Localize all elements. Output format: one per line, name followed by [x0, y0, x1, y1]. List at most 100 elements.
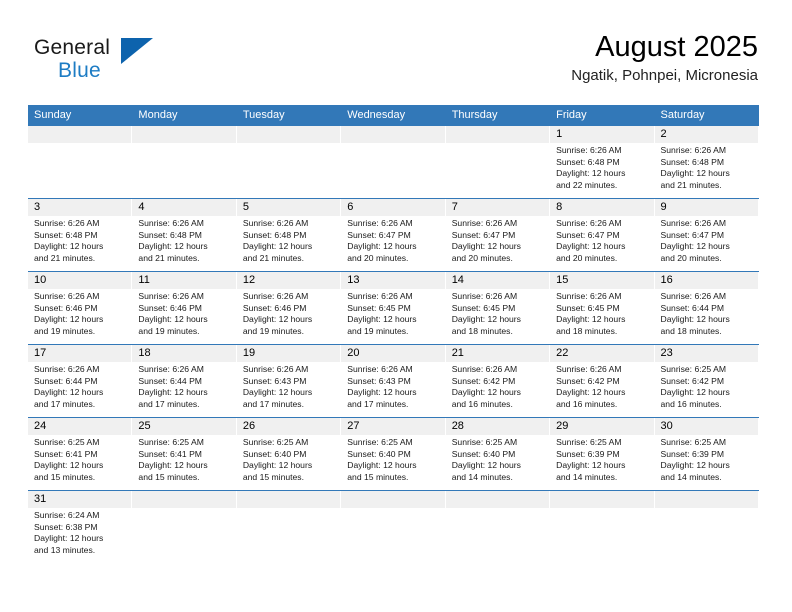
- week-row: 1 Sunrise: 6:26 AM Sunset: 6:48 PM Dayli…: [28, 126, 759, 198]
- day-info: Sunrise: 6:26 AM Sunset: 6:46 PM Dayligh…: [237, 289, 340, 337]
- sunrise-text: Sunrise: 6:24 AM: [34, 510, 100, 520]
- day-cell[interactable]: 14 Sunrise: 6:26 AM Sunset: 6:45 PM Dayl…: [445, 272, 551, 344]
- day-number: 27: [341, 418, 445, 435]
- day-info: Sunrise: 6:26 AM Sunset: 6:47 PM Dayligh…: [446, 216, 549, 264]
- day-info: Sunrise: 6:25 AM Sunset: 6:41 PM Dayligh…: [28, 435, 131, 483]
- day-cell[interactable]: 20 Sunrise: 6:26 AM Sunset: 6:43 PM Dayl…: [341, 345, 446, 417]
- day-cell[interactable]: 7 Sunrise: 6:26 AM Sunset: 6:47 PM Dayli…: [445, 199, 551, 271]
- day-number: [445, 491, 550, 508]
- sunrise-text: Sunrise: 6:26 AM: [451, 364, 518, 374]
- sunrise-text: Sunrise: 6:26 AM: [660, 218, 726, 228]
- day-cell[interactable]: 19 Sunrise: 6:26 AM Sunset: 6:43 PM Dayl…: [236, 345, 342, 417]
- sunset-text: Sunset: 6:40 PM: [451, 448, 516, 459]
- sunrise-text: Sunrise: 6:26 AM: [138, 218, 204, 228]
- sunset-text: Sunset: 6:44 PM: [138, 375, 202, 386]
- daylight-text-line1: Daylight: 12 hours: [660, 241, 730, 252]
- day-cell[interactable]: 13 Sunrise: 6:26 AM Sunset: 6:45 PM Dayl…: [341, 272, 446, 344]
- sunset-text: Sunset: 6:48 PM: [242, 229, 307, 240]
- sunset-text: Sunset: 6:41 PM: [138, 448, 202, 459]
- sunrise-text: Sunrise: 6:25 AM: [138, 437, 204, 447]
- day-cell[interactable]: 18 Sunrise: 6:26 AM Sunset: 6:44 PM Dayl…: [132, 345, 237, 417]
- day-info: Sunrise: 6:25 AM Sunset: 6:39 PM Dayligh…: [550, 435, 653, 483]
- week-row: 24 Sunrise: 6:25 AM Sunset: 6:41 PM Dayl…: [28, 417, 759, 490]
- day-info: Sunrise: 6:26 AM Sunset: 6:45 PM Dayligh…: [550, 289, 653, 337]
- day-cell[interactable]: 28 Sunrise: 6:25 AM Sunset: 6:40 PM Dayl…: [445, 418, 551, 490]
- day-number: [132, 126, 236, 143]
- day-cell[interactable]: 6 Sunrise: 6:26 AM Sunset: 6:47 PM Dayli…: [341, 199, 446, 271]
- day-cell[interactable]: 3 Sunrise: 6:26 AM Sunset: 6:48 PM Dayli…: [28, 199, 133, 271]
- weekday-header-friday: Friday: [556, 109, 587, 121]
- logo-text-blue: Blue: [58, 59, 101, 82]
- day-info: Sunrise: 6:25 AM Sunset: 6:42 PM Dayligh…: [655, 362, 758, 410]
- day-cell[interactable]: 24 Sunrise: 6:25 AM Sunset: 6:41 PM Dayl…: [28, 418, 133, 490]
- sunrise-text: Sunrise: 6:26 AM: [660, 291, 726, 301]
- daylight-text-line2: and 18 minutes.: [556, 325, 618, 336]
- sunset-text: Sunset: 6:43 PM: [347, 375, 411, 386]
- day-cell[interactable]: 22 Sunrise: 6:26 AM Sunset: 6:42 PM Dayl…: [550, 345, 655, 417]
- weekday-header-thursday: Thursday: [451, 109, 498, 121]
- day-cell[interactable]: 26 Sunrise: 6:25 AM Sunset: 6:40 PM Dayl…: [236, 418, 342, 490]
- daylight-text-line2: and 22 minutes.: [556, 179, 618, 190]
- day-info: Sunrise: 6:26 AM Sunset: 6:47 PM Dayligh…: [341, 216, 444, 264]
- sunrise-text: Sunrise: 6:25 AM: [660, 437, 726, 447]
- day-number: [341, 126, 445, 143]
- day-cell[interactable]: 17 Sunrise: 6:26 AM Sunset: 6:44 PM Dayl…: [28, 345, 133, 417]
- day-number: 3: [28, 199, 132, 216]
- day-number: 4: [132, 199, 236, 216]
- day-cell[interactable]: 15 Sunrise: 6:26 AM Sunset: 6:45 PM Dayl…: [550, 272, 655, 344]
- day-number: [28, 126, 132, 143]
- calendar-page: General Blue August 2025 Ngatik, Pohnpei…: [0, 0, 792, 612]
- day-number: 12: [236, 272, 341, 289]
- day-cell[interactable]: 1 Sunrise: 6:26 AM Sunset: 6:48 PM Dayli…: [550, 126, 655, 198]
- sunrise-text: Sunrise: 6:26 AM: [556, 364, 622, 374]
- day-cell[interactable]: 16 Sunrise: 6:26 AM Sunset: 6:44 PM Dayl…: [654, 272, 759, 344]
- sunset-text: Sunset: 6:42 PM: [660, 375, 725, 386]
- sunrise-text: Sunrise: 6:26 AM: [242, 218, 309, 228]
- daylight-text-line1: Daylight: 12 hours: [556, 241, 626, 252]
- sunset-text: Sunset: 6:48 PM: [138, 229, 202, 240]
- day-cell[interactable]: 25 Sunrise: 6:25 AM Sunset: 6:41 PM Dayl…: [132, 418, 237, 490]
- general-blue-logo[interactable]: General Blue: [34, 36, 154, 88]
- day-info: Sunrise: 6:26 AM Sunset: 6:43 PM Dayligh…: [341, 362, 444, 410]
- weekday-header-row: Sunday Monday Tuesday Wednesday Thursday…: [28, 105, 759, 126]
- day-cell[interactable]: 27 Sunrise: 6:25 AM Sunset: 6:40 PM Dayl…: [341, 418, 446, 490]
- day-cell: [654, 491, 759, 569]
- day-number: 6: [341, 199, 445, 216]
- day-number: 20: [341, 345, 445, 362]
- sunset-text: Sunset: 6:46 PM: [34, 302, 98, 313]
- day-cell[interactable]: 29 Sunrise: 6:25 AM Sunset: 6:39 PM Dayl…: [550, 418, 655, 490]
- day-cell: [550, 491, 655, 569]
- day-cell[interactable]: 8 Sunrise: 6:26 AM Sunset: 6:47 PM Dayli…: [550, 199, 655, 271]
- day-number: 28: [445, 418, 550, 435]
- sunrise-text: Sunrise: 6:26 AM: [347, 218, 413, 228]
- weekday-header-wednesday: Wednesday: [347, 109, 406, 121]
- day-number: 24: [28, 418, 132, 435]
- daylight-text-line2: and 19 minutes.: [34, 325, 96, 336]
- day-cell[interactable]: 31 Sunrise: 6:24 AM Sunset: 6:38 PM Dayl…: [28, 491, 133, 569]
- sunrise-text: Sunrise: 6:25 AM: [242, 437, 309, 447]
- day-number: 11: [132, 272, 236, 289]
- day-cell[interactable]: 23 Sunrise: 6:25 AM Sunset: 6:42 PM Dayl…: [654, 345, 759, 417]
- day-number: 22: [550, 345, 654, 362]
- day-cell[interactable]: 5 Sunrise: 6:26 AM Sunset: 6:48 PM Dayli…: [236, 199, 342, 271]
- logo-triangle-icon: [121, 38, 153, 64]
- day-cell[interactable]: 11 Sunrise: 6:26 AM Sunset: 6:46 PM Dayl…: [132, 272, 237, 344]
- day-info: Sunrise: 6:26 AM Sunset: 6:42 PM Dayligh…: [446, 362, 549, 410]
- day-cell[interactable]: 9 Sunrise: 6:26 AM Sunset: 6:47 PM Dayli…: [654, 199, 759, 271]
- daylight-text-line2: and 19 minutes.: [138, 325, 200, 336]
- day-cell[interactable]: 30 Sunrise: 6:25 AM Sunset: 6:39 PM Dayl…: [654, 418, 759, 490]
- day-cell[interactable]: 12 Sunrise: 6:26 AM Sunset: 6:46 PM Dayl…: [236, 272, 342, 344]
- day-cell[interactable]: 4 Sunrise: 6:26 AM Sunset: 6:48 PM Dayli…: [132, 199, 237, 271]
- daylight-text-line2: and 15 minutes.: [138, 471, 200, 482]
- sunset-text: Sunset: 6:47 PM: [660, 229, 725, 240]
- daylight-text-line1: Daylight: 12 hours: [242, 314, 313, 325]
- day-cell[interactable]: 10 Sunrise: 6:26 AM Sunset: 6:46 PM Dayl…: [28, 272, 133, 344]
- sunrise-text: Sunrise: 6:25 AM: [451, 437, 518, 447]
- day-cell[interactable]: 21 Sunrise: 6:26 AM Sunset: 6:42 PM Dayl…: [445, 345, 551, 417]
- day-info: Sunrise: 6:26 AM Sunset: 6:46 PM Dayligh…: [28, 289, 131, 337]
- day-cell: [445, 126, 551, 198]
- day-number: 5: [236, 199, 341, 216]
- daylight-text-line2: and 21 minutes.: [138, 252, 200, 263]
- day-info: Sunrise: 6:26 AM Sunset: 6:45 PM Dayligh…: [341, 289, 444, 337]
- day-cell[interactable]: 2 Sunrise: 6:26 AM Sunset: 6:48 PM Dayli…: [654, 126, 759, 198]
